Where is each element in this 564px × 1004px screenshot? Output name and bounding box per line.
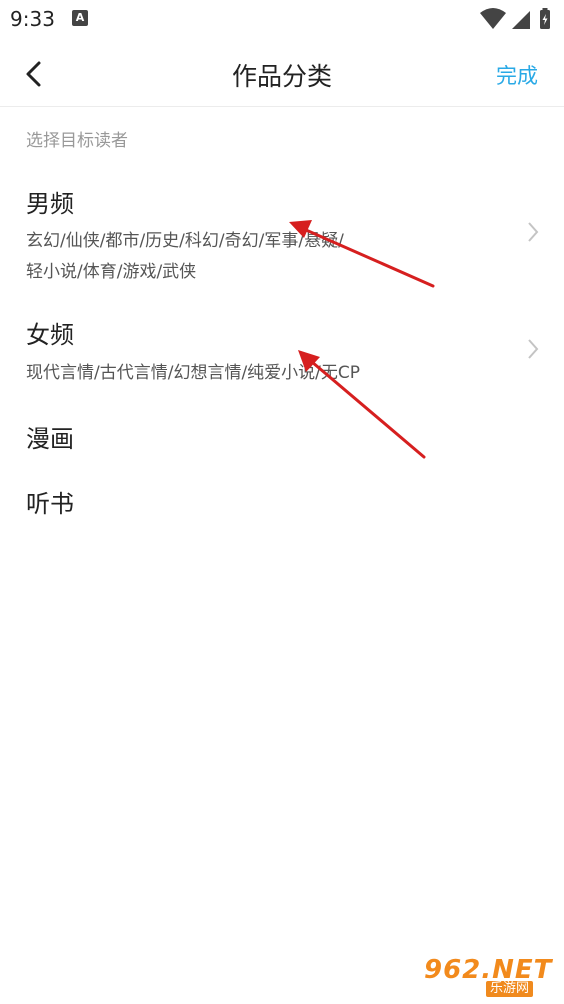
- category-male[interactable]: 男频 玄幻/仙侠/都市/历史/科幻/奇幻/军事/悬疑/ 轻小说/体育/游戏/武侠: [0, 170, 564, 290]
- category-subtitle-line1: 现代言情/古代言情/幻想言情/纯爱小说/无CP: [26, 363, 361, 383]
- category-subtitle-line2: 轻小说/体育/游戏/武侠: [26, 262, 197, 282]
- wifi-icon: [480, 8, 506, 29]
- status-time: 9:33: [10, 7, 55, 31]
- section-hint: 选择目标读者: [26, 131, 128, 151]
- screen: 9:33 A 作品分类 完成 选择目标读者 男频 玄幻/仙侠/都市/历史/科幻/…: [0, 0, 564, 1004]
- watermark-logo: 962.NET 乐游网: [424, 955, 558, 997]
- category-title: 听书: [26, 490, 74, 518]
- done-button[interactable]: 完成: [496, 60, 538, 90]
- category-subtitle: 现代言情/古代言情/幻想言情/纯爱小说/无CP: [26, 358, 506, 389]
- chevron-right-icon: [528, 339, 539, 359]
- category-female[interactable]: 女频 现代言情/古代言情/幻想言情/纯爱小说/无CP: [0, 300, 564, 395]
- battery-icon: [540, 8, 550, 29]
- category-title: 漫画: [26, 425, 74, 453]
- category-comics[interactable]: 漫画: [0, 405, 564, 465]
- chevron-right-icon: [528, 222, 539, 242]
- signal-icon: [512, 11, 530, 29]
- category-audiobooks[interactable]: 听书: [0, 470, 564, 530]
- category-subtitle: 玄幻/仙侠/都市/历史/科幻/奇幻/军事/悬疑/ 轻小说/体育/游戏/武侠: [26, 226, 506, 288]
- watermark-sub: 乐游网: [486, 981, 534, 997]
- category-subtitle-line1: 玄幻/仙侠/都市/历史/科幻/奇幻/军事/悬疑/: [26, 231, 344, 251]
- category-title: 女频: [26, 321, 74, 349]
- page-title: 作品分类: [231, 62, 332, 91]
- status-icons: [480, 7, 552, 31]
- notification-a-icon: A: [72, 10, 88, 26]
- status-bar: 9:33 A: [0, 0, 564, 40]
- category-title: 男频: [26, 190, 74, 218]
- header: 作品分类 完成: [0, 40, 564, 107]
